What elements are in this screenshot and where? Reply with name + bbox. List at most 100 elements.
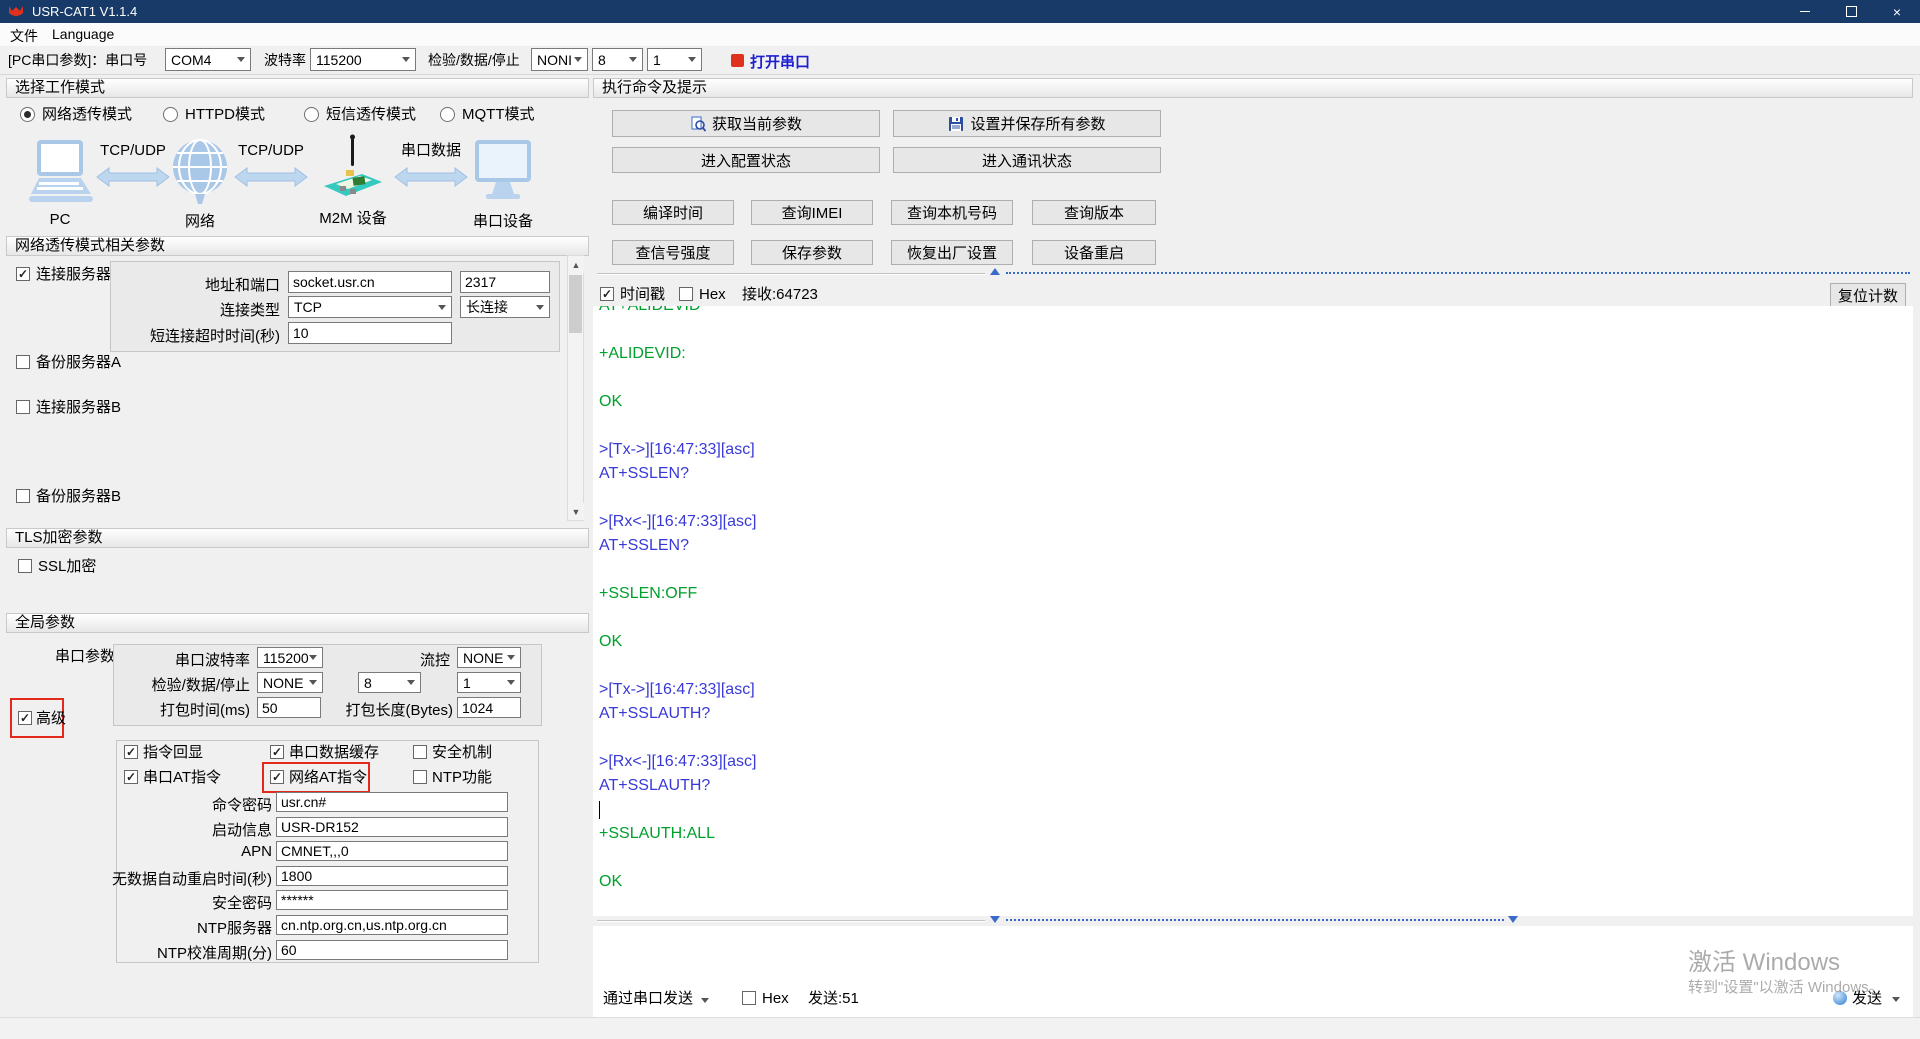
- hex-rx-checkbox[interactable]: [679, 287, 693, 301]
- splitter-handle[interactable]: [1006, 272, 1910, 274]
- radio-sms[interactable]: [304, 107, 319, 122]
- keepalive-select[interactable]: 长连接: [460, 296, 550, 318]
- chevron-down-icon[interactable]: [1892, 997, 1900, 1002]
- hex-tx-checkbox[interactable]: [742, 991, 756, 1005]
- gdatabits-select[interactable]: 8: [358, 672, 421, 693]
- log-line: AT+SSLAUTH?: [599, 777, 711, 794]
- ntp-period-label: NTP校准周期(分): [157, 945, 272, 962]
- ntp-checkbox[interactable]: [413, 770, 427, 784]
- scroll-up-icon[interactable]: ▲: [568, 256, 584, 273]
- menu-file[interactable]: 文件: [10, 26, 38, 46]
- set-save-params-button[interactable]: 设置并保存所有参数: [893, 110, 1161, 137]
- timestamp-checkbox[interactable]: [600, 287, 614, 301]
- gparity-select[interactable]: NONE: [257, 672, 323, 693]
- net-at-checkbox[interactable]: [270, 770, 284, 784]
- gbaud-label: 串口波特率: [174, 652, 250, 669]
- log-area[interactable]: AT+ALIDEVID +ALIDEVID: OK >[Tx->][16:47:33]…: [593, 306, 1913, 916]
- databits-select[interactable]: 8: [592, 48, 643, 71]
- backup-a-label: 备份服务器A: [36, 354, 122, 371]
- save-params-button[interactable]: 保存参数: [751, 240, 873, 265]
- query-number-button[interactable]: 查询本机号码: [891, 200, 1013, 225]
- command-panel-header: 执行命令及提示: [593, 78, 1913, 98]
- parity-select[interactable]: NONI: [531, 48, 588, 71]
- menu-language[interactable]: Language: [52, 26, 114, 42]
- log-line: +ALIDEVID:: [599, 345, 686, 362]
- log-line: OK: [599, 393, 623, 410]
- m2m-device-icon: [324, 134, 382, 196]
- splitter-collapse-up-icon[interactable]: [990, 268, 1000, 275]
- security-password-label: 安全密码: [211, 895, 272, 912]
- server-addr-input[interactable]: [288, 271, 452, 293]
- packtime-input[interactable]: [257, 697, 321, 718]
- radio-httpd-label: HTTPD模式: [185, 106, 265, 123]
- query-signal-button[interactable]: 查信号强度: [612, 240, 734, 265]
- echo-checkbox[interactable]: [124, 745, 138, 759]
- arrow-m2m-serial-icon: [394, 167, 468, 187]
- ntp-period-input[interactable]: [276, 940, 508, 960]
- chevron-down-icon: [536, 304, 544, 310]
- link-label-tcp2: TCP/UDP: [238, 142, 304, 159]
- gstopbits-select[interactable]: 1: [457, 672, 521, 693]
- close-button[interactable]: ×: [1874, 0, 1920, 23]
- apn-input[interactable]: [276, 841, 508, 861]
- security-password-input[interactable]: [276, 890, 508, 910]
- enter-config-button[interactable]: 进入配置状态: [612, 147, 880, 173]
- splitter-handle-bottom[interactable]: [1006, 919, 1504, 921]
- work-mode-header: 选择工作模式: [6, 78, 589, 98]
- radio-httpd[interactable]: [163, 107, 178, 122]
- open-port-button[interactable]: 打开串口: [750, 51, 810, 72]
- scroll-down-icon[interactable]: ▼: [568, 503, 584, 520]
- conn-type-select[interactable]: TCP: [288, 296, 452, 318]
- splitter-collapse-down-icon[interactable]: [990, 916, 1000, 923]
- query-version-button[interactable]: 查询版本: [1032, 200, 1156, 225]
- backup-b-checkbox[interactable]: [16, 489, 30, 503]
- boot-info-input[interactable]: [276, 817, 508, 837]
- security-checkbox[interactable]: [413, 745, 427, 759]
- minimize-button[interactable]: [1782, 0, 1828, 23]
- server-port-input[interactable]: [460, 271, 550, 293]
- reset-count-button[interactable]: 复位计数: [1830, 283, 1906, 307]
- log-line: OK: [599, 873, 623, 890]
- tls-header: TLS加密参数: [6, 528, 589, 548]
- maximize-button[interactable]: [1828, 0, 1874, 23]
- serial-at-checkbox[interactable]: [124, 770, 138, 784]
- radio-mqtt[interactable]: [440, 107, 455, 122]
- ssl-checkbox[interactable]: [18, 559, 32, 573]
- short-timeout-input[interactable]: [288, 322, 452, 344]
- gbaud-select[interactable]: 115200: [257, 647, 323, 668]
- parity-data-stop-label: 检验/数据/停止: [428, 52, 520, 68]
- net-params-header: 网络透传模式相关参数: [6, 236, 589, 256]
- log-line: +SSLEN:OFF: [599, 585, 698, 602]
- query-imei-button[interactable]: 查询IMEI: [751, 200, 873, 225]
- chevron-down-icon: [402, 57, 410, 62]
- backup-a-checkbox[interactable]: [16, 355, 30, 369]
- get-params-button[interactable]: 获取当前参数: [612, 110, 880, 137]
- hex-rx-label: Hex: [699, 286, 726, 303]
- baud-select[interactable]: 115200: [310, 48, 416, 71]
- server-a-checkbox[interactable]: [16, 267, 30, 281]
- factory-reset-button[interactable]: 恢复出厂设置: [891, 240, 1013, 265]
- send-via-serial-button[interactable]: 通过串口发送: [603, 990, 710, 1007]
- log-line: >[Tx->][16:47:33][asc]: [599, 681, 755, 698]
- packlen-input[interactable]: [457, 697, 521, 718]
- compile-time-button[interactable]: 编译时间: [612, 200, 734, 225]
- splitter-collapse-down2-icon[interactable]: [1508, 916, 1518, 923]
- link-label-tcp1: TCP/UDP: [100, 142, 166, 159]
- com-port-select[interactable]: COM4: [165, 48, 251, 71]
- advanced-checkbox[interactable]: [18, 711, 32, 725]
- device-restart-button[interactable]: 设备重启: [1032, 240, 1156, 265]
- app-logo-icon: [9, 6, 23, 16]
- serial-cache-checkbox[interactable]: [270, 745, 284, 759]
- stopbits-select[interactable]: 1: [647, 48, 702, 71]
- ntp-server-input[interactable]: [276, 915, 508, 935]
- auto-restart-input[interactable]: [276, 866, 508, 886]
- radio-net-transparent[interactable]: [20, 107, 35, 122]
- scrollbar-thumb[interactable]: [569, 275, 582, 333]
- enter-comm-button[interactable]: 进入通讯状态: [893, 147, 1161, 173]
- flow-select[interactable]: NONE: [457, 647, 521, 668]
- search-doc-icon: [691, 116, 706, 132]
- server-b-checkbox[interactable]: [16, 400, 30, 414]
- cmd-password-input[interactable]: [276, 792, 508, 812]
